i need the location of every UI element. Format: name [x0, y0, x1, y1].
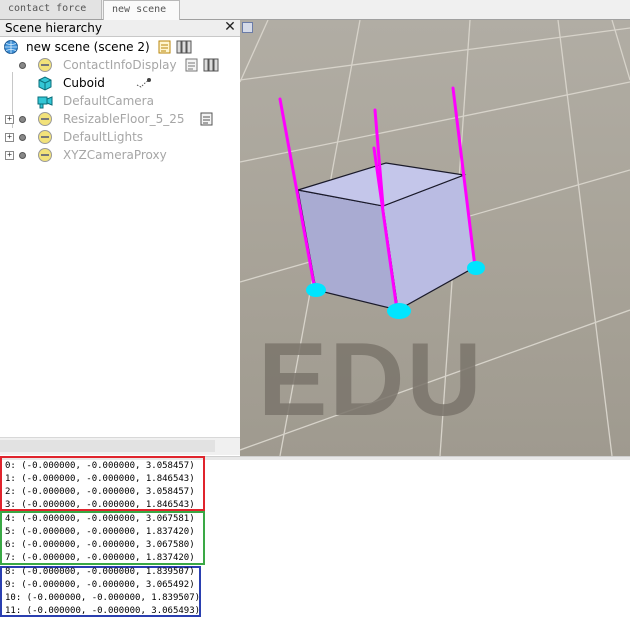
tab-new-scene[interactable]: new scene	[103, 0, 180, 20]
tree-item-resizablefloor[interactable]: + ResizableFloor_5_25	[0, 110, 240, 128]
tree-node-dot	[19, 116, 26, 123]
console-line: 8: (-0.000000, -0.000000, 1.839507)	[5, 567, 195, 577]
tree-node-dot	[19, 134, 26, 141]
tree-item-defaultcamera[interactable]: DefaultCamera	[0, 92, 240, 110]
floor-object-icon	[37, 111, 53, 127]
contact-point	[387, 303, 411, 319]
console-line: 3: (-0.000000, -0.000000, 1.846543)	[5, 500, 195, 510]
console-line: 4: (-0.000000, -0.000000, 3.067581)	[5, 514, 195, 524]
model-toggle-icon[interactable]	[176, 39, 192, 55]
console-group-red: 0: (-0.000000, -0.000000, 3.058457) 1: (…	[0, 456, 205, 511]
tree-node-dot	[19, 62, 26, 69]
scene-hierarchy-panel: Scene hierarchy ✕ new scene (scene 2) Co…	[0, 20, 240, 460]
console-line: 1: (-0.000000, -0.000000, 1.846543)	[5, 474, 195, 484]
lights-object-icon	[37, 129, 53, 145]
console-line: 11: (-0.000000, -0.000000, 3.065493)	[5, 606, 201, 616]
expand-icon[interactable]: +	[5, 115, 14, 124]
console-group-green: 4: (-0.000000, -0.000000, 3.067581) 5: (…	[0, 511, 205, 565]
scene-tree: new scene (scene 2) ContactInfoDisplay C…	[0, 37, 240, 437]
output-console: 0: (-0.000000, -0.000000, 3.058457) 1: (…	[0, 456, 630, 617]
tree-item-contactinfodisplay[interactable]: ContactInfoDisplay	[0, 56, 240, 74]
tree-item-defaultlights[interactable]: + DefaultLights	[0, 128, 240, 146]
tab-contact-force[interactable]: contact force	[0, 0, 102, 19]
tree-item-label: XYZCameraProxy	[63, 148, 167, 162]
script-icon[interactable]	[199, 111, 215, 127]
viewport-menu-button[interactable]	[242, 22, 253, 33]
document-tab-bar: contact force new scene	[0, 0, 630, 20]
model-toggle-icon[interactable]	[203, 57, 219, 73]
console-line: 6: (-0.000000, -0.000000, 3.067580)	[5, 540, 195, 550]
tree-item-label: Cuboid	[63, 76, 105, 90]
contact-point	[467, 261, 485, 275]
tree-item-label: ContactInfoDisplay	[63, 58, 177, 72]
globe-icon	[3, 39, 19, 55]
tree-item-label: DefaultLights	[63, 130, 144, 144]
dynamic-icon[interactable]	[135, 75, 151, 91]
edu-watermark: EDU	[258, 322, 484, 438]
scene-hierarchy-header: Scene hierarchy ✕	[0, 20, 240, 37]
console-line: 5: (-0.000000, -0.000000, 1.837420)	[5, 527, 195, 537]
scrollbar-thumb[interactable]	[0, 440, 215, 452]
console-line: 10: (-0.000000, -0.000000, 1.839507)	[5, 593, 201, 603]
tree-item-xyzcameraproxy[interactable]: + XYZCameraProxy	[0, 146, 240, 164]
console-line: 2: (-0.000000, -0.000000, 3.058457)	[5, 487, 195, 497]
tree-item-cuboid[interactable]: Cuboid	[0, 74, 240, 92]
cuboid-icon	[37, 75, 53, 91]
close-icon[interactable]: ✕	[223, 20, 237, 35]
console-line: 9: (-0.000000, -0.000000, 3.065492)	[5, 580, 195, 590]
console-line: 7: (-0.000000, -0.000000, 1.837420)	[5, 553, 195, 563]
tree-item-label: DefaultCamera	[63, 94, 154, 108]
hierarchy-horizontal-scrollbar[interactable]	[0, 437, 240, 455]
tree-root-label: new scene (scene 2)	[26, 40, 150, 54]
panel-title: Scene hierarchy	[5, 21, 102, 35]
tree-node-dot	[19, 152, 26, 159]
tree-root-row[interactable]: new scene (scene 2)	[0, 38, 240, 56]
scene-viewport[interactable]: EDU	[240, 20, 630, 456]
console-line: 0: (-0.000000, -0.000000, 3.058457)	[5, 461, 195, 471]
contact-point	[306, 283, 326, 297]
tree-item-label: ResizableFloor_5_25	[63, 112, 185, 126]
camera-icon	[37, 93, 53, 109]
script-icon[interactable]	[157, 39, 173, 55]
script-object-icon	[37, 57, 53, 73]
console-group-blue: 8: (-0.000000, -0.000000, 1.839507) 9: (…	[0, 566, 201, 617]
expand-icon[interactable]: +	[5, 151, 14, 160]
script-icon[interactable]	[184, 57, 200, 73]
expand-icon[interactable]: +	[5, 133, 14, 142]
proxy-object-icon	[37, 147, 53, 163]
